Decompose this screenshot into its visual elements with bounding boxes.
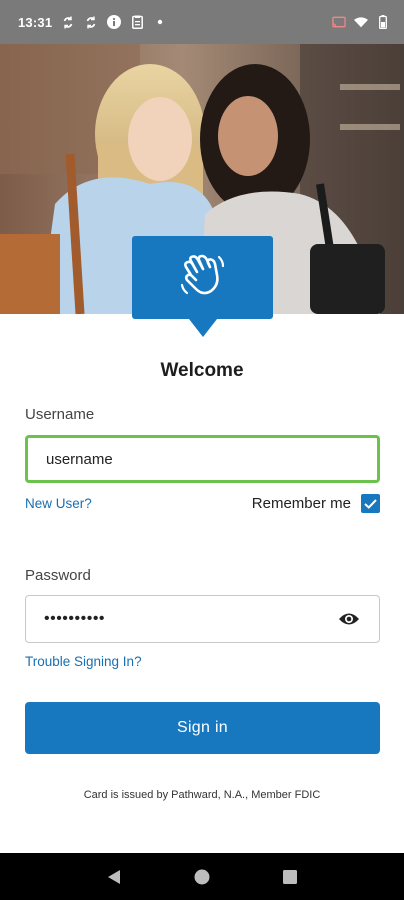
sign-in-button[interactable]: Sign in: [25, 702, 380, 754]
remember-me-label: Remember me: [251, 495, 351, 512]
cast-icon: [332, 15, 346, 29]
info-icon: [107, 15, 122, 29]
username-value: username: [46, 450, 113, 468]
back-icon[interactable]: [99, 862, 129, 892]
waving-hand-icon: [179, 253, 227, 302]
wifi-icon: [354, 15, 368, 29]
remember-me[interactable]: Remember me: [252, 494, 380, 513]
status-right: [332, 15, 390, 29]
password-value: ••••••••••: [44, 610, 106, 627]
username-label: Username: [25, 406, 95, 423]
show-password-icon[interactable]: [337, 607, 361, 631]
password-label: Password: [25, 567, 91, 584]
new-user-link[interactable]: New User?: [25, 496, 92, 511]
disclaimer-text: Card is issued by Pathward, N.A., Member…: [83, 789, 321, 801]
check-icon: [364, 498, 377, 509]
password-field[interactable]: ••••••••••: [25, 595, 380, 643]
dot-icon: [153, 15, 167, 29]
status-time: 13:31: [18, 14, 53, 30]
status-bar: 13:31: [0, 0, 404, 44]
sync-icon: [61, 15, 75, 29]
sync-icon: [84, 15, 98, 29]
remember-me-checkbox[interactable]: [361, 494, 380, 513]
welcome-badge: [132, 236, 273, 337]
system-nav-bar: [0, 853, 404, 900]
home-icon[interactable]: [187, 862, 217, 892]
trouble-signing-in-link[interactable]: Trouble Signing In?: [25, 654, 142, 669]
username-field[interactable]: username: [25, 435, 380, 483]
recents-icon[interactable]: [275, 862, 305, 892]
status-left: 13:31: [18, 15, 167, 30]
battery-icon: [376, 15, 390, 29]
page-title: Welcome: [160, 360, 244, 381]
clipboard-icon: [130, 15, 144, 29]
